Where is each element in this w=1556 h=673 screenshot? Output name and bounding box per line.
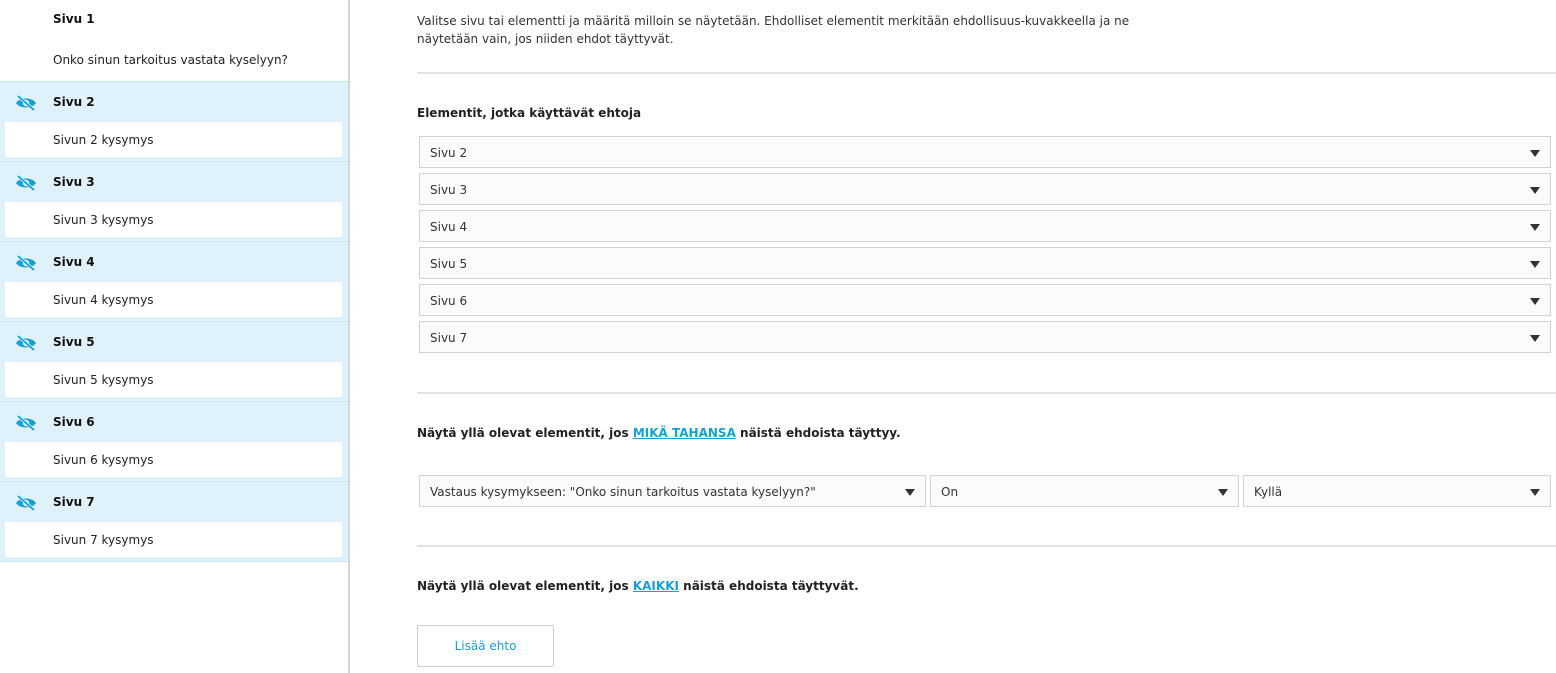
question-item[interactable]: Onko sinun tarkoitus vastata kyselyyn?	[0, 39, 348, 81]
caret-down-icon	[905, 489, 915, 496]
question-item[interactable]: Sivun 7 kysymys	[5, 522, 342, 557]
condition-question-select[interactable]: Vastaus kysymykseen: "Onko sinun tarkoit…	[419, 475, 926, 507]
question-item[interactable]: Sivun 5 kysymys	[5, 362, 342, 397]
main-panel: Valitse sivu tai elementti ja määritä mi…	[417, 0, 1556, 673]
caret-down-icon	[1530, 261, 1540, 268]
divider	[417, 392, 1556, 394]
page-title: Sivu 7	[53, 495, 95, 509]
any-condition-label: Näytä yllä olevat elementit, jos MIKÄ TA…	[417, 426, 901, 440]
select-value: Sivu 2	[430, 146, 468, 160]
question-text: Sivun 3 kysymys	[53, 213, 154, 227]
page-title-row: Sivu 3	[0, 162, 348, 202]
all-label-prefix: Näytä yllä olevat elementit, jos	[417, 579, 633, 593]
sidebar-page-1[interactable]: Sivu 1 Onko sinun tarkoitus vastata kyse…	[0, 0, 348, 82]
elements-label: Elementit, jotka käyttävät ehtoja	[417, 106, 642, 120]
intro-line-2: näytetään vain, jos niiden ehdot täyttyv…	[417, 32, 674, 46]
page-title: Sivu 4	[53, 255, 95, 269]
question-item[interactable]: Sivun 4 kysymys	[5, 282, 342, 317]
add-condition-button[interactable]: Lisää ehto	[417, 625, 554, 667]
page-title-row: Sivu 7	[0, 482, 348, 522]
select-value: Sivu 6	[430, 294, 468, 308]
page-title: Sivu 3	[53, 175, 95, 189]
intro-line-1: Valitse sivu tai elementti ja määritä mi…	[417, 14, 1130, 28]
page-title-row: Sivu 2	[0, 82, 348, 122]
question-text: Sivun 4 kysymys	[53, 293, 154, 307]
element-select-2[interactable]: Sivu 2	[419, 136, 1551, 168]
select-value: Sivu 3	[430, 183, 468, 197]
question-item[interactable]: Sivun 6 kysymys	[5, 442, 342, 477]
page-title: Sivu 1	[53, 12, 95, 26]
divider	[417, 545, 1556, 547]
hidden-eye-icon	[16, 174, 36, 192]
element-select-3[interactable]: Sivu 3	[419, 173, 1551, 205]
page-title-row: Sivu 6	[0, 402, 348, 442]
question-text: Onko sinun tarkoitus vastata kyselyyn?	[53, 53, 288, 67]
sidebar-page-5[interactable]: Sivu 5 Sivun 5 kysymys	[0, 322, 348, 402]
app-root: Sivu 1 Onko sinun tarkoitus vastata kyse…	[0, 0, 1556, 673]
caret-down-icon	[1530, 187, 1540, 194]
select-value: Sivu 7	[430, 331, 468, 345]
all-mode-link[interactable]: KAIKKI	[633, 579, 679, 593]
sidebar: Sivu 1 Onko sinun tarkoitus vastata kyse…	[0, 0, 350, 673]
caret-down-icon	[1218, 489, 1228, 496]
hidden-eye-icon	[16, 334, 36, 352]
element-select-6[interactable]: Sivu 6	[419, 284, 1551, 316]
page-title-row: Sivu 5	[0, 322, 348, 362]
sidebar-page-2[interactable]: Sivu 2 Sivun 2 kysymys	[0, 82, 348, 162]
element-select-7[interactable]: Sivu 7	[419, 321, 1551, 353]
sidebar-page-7[interactable]: Sivu 7 Sivun 7 kysymys	[0, 482, 348, 562]
question-text: Sivun 5 kysymys	[53, 373, 154, 387]
page-title-row: Sivu 4	[0, 242, 348, 282]
question-text: Sivun 7 kysymys	[53, 533, 154, 547]
select-value: Sivu 5	[430, 257, 468, 271]
hidden-eye-icon	[16, 494, 36, 512]
any-mode-link[interactable]: MIKÄ TAHANSA	[633, 426, 736, 440]
sidebar-page-4[interactable]: Sivu 4 Sivun 4 kysymys	[0, 242, 348, 322]
condition-value-select[interactable]: Kyllä	[1243, 475, 1551, 507]
select-value: Sivu 4	[430, 220, 468, 234]
caret-down-icon	[1530, 150, 1540, 157]
any-label-suffix: näistä ehdoista täyttyy.	[735, 426, 901, 440]
hidden-eye-icon	[16, 414, 36, 432]
page-title: Sivu 5	[53, 335, 95, 349]
condition-operator-select[interactable]: On	[930, 475, 1239, 507]
any-label-prefix: Näytä yllä olevat elementit, jos	[417, 426, 633, 440]
caret-down-icon	[1530, 489, 1540, 496]
all-label-suffix: näistä ehdoista täyttyvät.	[678, 579, 859, 593]
divider	[417, 72, 1556, 74]
caret-down-icon	[1530, 224, 1540, 231]
sidebar-page-3[interactable]: Sivu 3 Sivun 3 kysymys	[0, 162, 348, 242]
all-condition-label: Näytä yllä olevat elementit, jos KAIKKI …	[417, 579, 859, 593]
select-value: On	[941, 485, 959, 499]
question-item[interactable]: Sivun 2 kysymys	[5, 122, 342, 157]
select-value: Vastaus kysymykseen: "Onko sinun tarkoit…	[430, 485, 816, 499]
page-title: Sivu 6	[53, 415, 95, 429]
page-title-row: Sivu 1	[0, 0, 348, 39]
element-select-5[interactable]: Sivu 5	[419, 247, 1551, 279]
page-title: Sivu 2	[53, 95, 95, 109]
sidebar-page-6[interactable]: Sivu 6 Sivun 6 kysymys	[0, 402, 348, 482]
caret-down-icon	[1530, 298, 1540, 305]
question-text: Sivun 6 kysymys	[53, 453, 154, 467]
hidden-eye-icon	[16, 94, 36, 112]
caret-down-icon	[1530, 335, 1540, 342]
question-text: Sivun 2 kysymys	[53, 133, 154, 147]
hidden-eye-icon	[16, 254, 36, 272]
question-item[interactable]: Sivun 3 kysymys	[5, 202, 342, 237]
intro-text: Valitse sivu tai elementti ja määritä mi…	[417, 0, 1137, 48]
element-select-4[interactable]: Sivu 4	[419, 210, 1551, 242]
select-value: Kyllä	[1254, 485, 1283, 499]
